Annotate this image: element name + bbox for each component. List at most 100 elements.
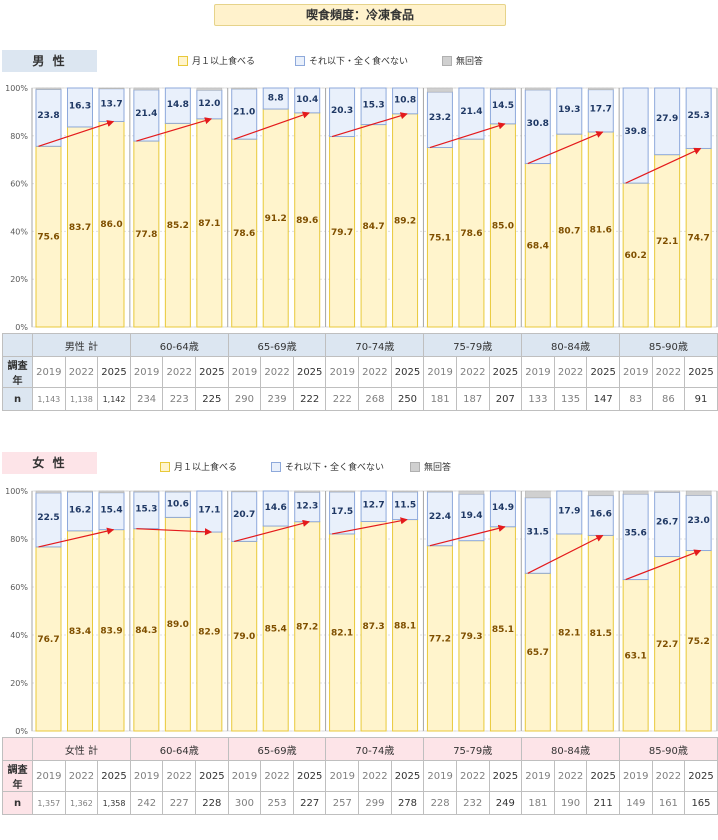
label-monthly: 79.3 [460, 632, 482, 642]
label-less: 20.7 [233, 510, 255, 520]
year-cell: 2022 [358, 760, 392, 792]
bar-noanswer [525, 490, 551, 498]
bar-noanswer [588, 490, 614, 496]
year-cell: 2022 [651, 760, 686, 792]
label-monthly: 81.5 [590, 629, 612, 639]
group-header: 65-69歳 [227, 737, 327, 761]
n-cell: 1,357 [32, 791, 66, 815]
group-header: 80-84歳 [521, 737, 620, 761]
label-monthly: 84.3 [135, 626, 157, 636]
n-cell: 165 [684, 791, 718, 815]
label-monthly: 82.9 [198, 628, 220, 638]
year-cell: 2022 [553, 760, 588, 792]
group-header: 75-79歳 [423, 737, 523, 761]
label-monthly: 82.1 [558, 628, 580, 638]
label-monthly: 83.9 [100, 626, 122, 636]
year-cell: 2025 [586, 760, 620, 792]
label-less: 15.3 [135, 504, 157, 514]
label-monthly: 65.7 [527, 648, 549, 658]
n-cell: 211 [586, 791, 620, 815]
bar-noanswer [294, 490, 320, 493]
label-monthly: 88.1 [394, 621, 416, 631]
bar-noanswer [622, 490, 649, 495]
n-cell: 253 [260, 791, 294, 815]
n-cell: 1,362 [64, 791, 99, 815]
label-less: 12.3 [296, 501, 318, 511]
bar-noanswer [392, 490, 418, 493]
y-tick-label: 80% [10, 535, 28, 544]
label-monthly: 89.0 [167, 620, 189, 630]
label-less: 12.7 [362, 501, 384, 511]
n-cell: 299 [358, 791, 392, 815]
label-monthly: 79.0 [233, 632, 255, 642]
label-less: 26.7 [656, 517, 678, 527]
label-less: 23.0 [688, 516, 710, 526]
group-header: 女性 計 [32, 737, 131, 761]
y-tick-label: 0% [15, 727, 28, 736]
year-cell: 2025 [97, 760, 131, 792]
label-less: 14.9 [492, 503, 514, 513]
label-less: 17.5 [331, 507, 353, 517]
year-cell: 2019 [521, 760, 555, 792]
bar-noanswer [427, 490, 453, 493]
year-cell: 2019 [618, 760, 653, 792]
n-cell: 249 [488, 791, 523, 815]
year-cell: 2025 [488, 760, 523, 792]
bar-noanswer [329, 490, 355, 493]
label-monthly: 85.1 [492, 625, 514, 635]
n-cell: 227 [292, 791, 327, 815]
year-cell: 2019 [325, 760, 360, 792]
bar-noanswer [133, 490, 160, 493]
group-header: 60-64歳 [129, 737, 229, 761]
bar-noanswer [165, 490, 191, 493]
year-cell: 2019 [129, 760, 164, 792]
n-cell: 149 [618, 791, 653, 815]
bar-noanswer [231, 490, 257, 492]
label-monthly: 76.7 [37, 635, 59, 645]
bar-noanswer [98, 490, 125, 493]
y-tick-label: 20% [10, 679, 28, 688]
year-cell: 2022 [455, 760, 490, 792]
label-less: 11.5 [394, 500, 416, 510]
year-cell: 2025 [684, 760, 718, 792]
label-less: 14.6 [265, 503, 287, 513]
n-cell: 227 [162, 791, 197, 815]
n-cell: 190 [553, 791, 588, 815]
label-monthly: 75.2 [688, 637, 710, 647]
label-less: 31.5 [527, 528, 549, 538]
year-cell: 2025 [390, 760, 425, 792]
label-less: 15.4 [100, 505, 122, 515]
label-monthly: 83.4 [69, 627, 91, 637]
n-cell: 300 [227, 791, 262, 815]
female-chart: 0% 20% 40% 60% 80% 100% 76.7 22.5 83.4 16.2 83.9 15… [5, 487, 718, 736]
year-cell: 2025 [195, 760, 229, 792]
bar-noanswer [654, 490, 680, 493]
label-less: 17.1 [198, 505, 220, 515]
label-monthly: 87.3 [362, 622, 384, 632]
year-cell: 2019 [423, 760, 457, 792]
y-tick-label: 40% [10, 631, 28, 640]
label-monthly: 72.7 [656, 640, 678, 650]
label-monthly: 87.2 [296, 622, 318, 632]
bar-noanswer [685, 490, 712, 496]
label-less: 16.2 [69, 505, 91, 515]
n-cell: 1,358 [97, 791, 131, 815]
label-less: 16.6 [590, 509, 612, 519]
group-header: 70-74歳 [325, 737, 425, 761]
label-less: 19.4 [460, 511, 482, 521]
year-cell: 2022 [162, 760, 197, 792]
label-less: 22.4 [429, 512, 451, 522]
n-cell: 161 [651, 791, 686, 815]
bar-noanswer [35, 490, 62, 494]
female-n-table: 女性 計 60-64歳 65-69歳 70-74歳 75-79歳 80-84歳 85-90歳… [2, 737, 718, 815]
y-tick-label: 60% [10, 583, 28, 592]
year-cell: 2022 [260, 760, 294, 792]
n-cell: 228 [423, 791, 457, 815]
bar-noanswer [458, 490, 485, 495]
label-less: 17.9 [558, 506, 580, 516]
label-monthly: 77.2 [429, 634, 451, 644]
survey-year-label: 調査年 [2, 760, 33, 792]
label-less: 35.6 [625, 529, 647, 539]
year-cell: 2022 [64, 760, 99, 792]
n-cell: 278 [390, 791, 425, 815]
